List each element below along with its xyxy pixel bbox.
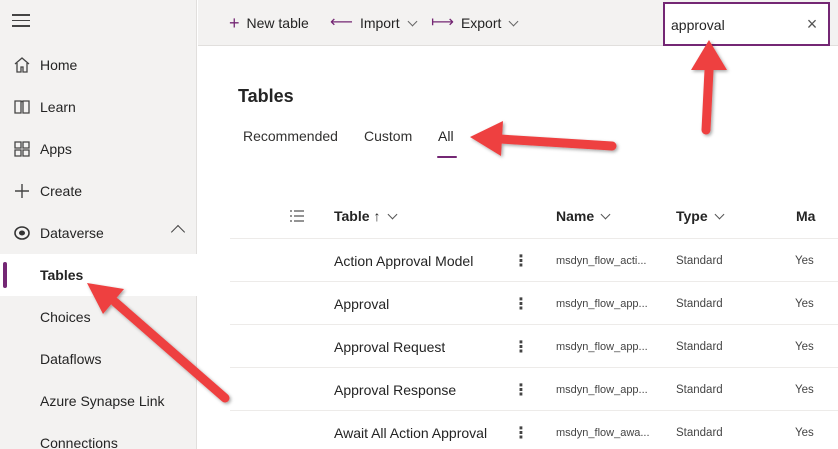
nav-item-apps[interactable]: Apps xyxy=(0,128,197,170)
nav-label: Learn xyxy=(40,99,76,115)
column-header-label: Table xyxy=(334,208,370,224)
nav-label: Azure Synapse Link xyxy=(40,393,165,409)
row-type: Standard xyxy=(676,297,723,310)
row-schema-name: msdyn_flow_acti... xyxy=(556,254,647,267)
row-type: Standard xyxy=(676,426,723,439)
column-header-managed[interactable]: Ma xyxy=(796,208,815,224)
row-display-name[interactable]: Approval Response xyxy=(334,368,456,411)
column-header-label: Ma xyxy=(796,208,816,224)
chevron-down-icon xyxy=(714,209,725,219)
hamburger-menu-icon[interactable] xyxy=(12,14,30,28)
more-options-icon[interactable]: ⋮ xyxy=(513,368,529,411)
more-options-icon[interactable]: ⋮ xyxy=(513,325,529,368)
row-schema-name: msdyn_flow_awa... xyxy=(556,426,650,439)
nav-label: Create xyxy=(40,183,83,199)
import-arrow-icon: ⟵ xyxy=(330,14,353,31)
column-header-name[interactable]: Name xyxy=(556,208,611,224)
column-options-icon[interactable] xyxy=(289,209,305,223)
chevron-down-icon xyxy=(600,209,611,219)
chevron-down-icon xyxy=(407,16,418,26)
row-managed: Yes xyxy=(795,297,814,310)
home-icon xyxy=(12,55,32,75)
more-options-icon[interactable]: ⋮ xyxy=(513,282,529,325)
new-table-label: New table xyxy=(246,15,309,31)
annotation-arrow-all-tab xyxy=(470,121,617,156)
nav-item-learn[interactable]: Learn xyxy=(0,86,197,128)
sort-ascending-icon: ↑ xyxy=(373,208,381,224)
nav-item-dataverse[interactable]: Dataverse xyxy=(0,212,197,254)
nav-subitem-dataflows[interactable]: Dataflows xyxy=(0,338,197,380)
export-arrow-icon: ⟼ xyxy=(431,14,454,31)
nav-subitem-tables[interactable]: Tables xyxy=(0,254,197,296)
row-managed: Yes xyxy=(795,340,814,353)
row-schema-name: msdyn_flow_app... xyxy=(556,297,648,310)
nav-label: Choices xyxy=(40,309,91,325)
row-type: Standard xyxy=(676,383,723,396)
chevron-down-icon xyxy=(387,209,397,219)
table-row[interactable]: Await All Action Approval ⋮ msdyn_flow_a… xyxy=(230,410,838,449)
plus-icon xyxy=(12,181,32,201)
column-header-table[interactable]: Table ↑ xyxy=(334,208,397,224)
import-button[interactable]: ⟵ Import xyxy=(330,0,418,46)
active-tab-indicator xyxy=(437,156,457,158)
nav-label: Tables xyxy=(40,267,84,283)
more-options-icon[interactable]: ⋮ xyxy=(513,411,529,449)
import-label: Import xyxy=(359,15,400,31)
row-display-name[interactable]: Action Approval Model xyxy=(334,239,473,282)
close-icon[interactable]: × xyxy=(804,15,820,33)
nav-item-home[interactable]: Home xyxy=(0,44,197,86)
row-managed: Yes xyxy=(795,383,814,396)
column-header-label: Type xyxy=(676,208,708,224)
nav-subitem-choices[interactable]: Choices xyxy=(0,296,197,338)
apps-icon xyxy=(12,139,32,159)
row-display-name[interactable]: Await All Action Approval xyxy=(334,411,487,449)
row-type: Standard xyxy=(676,254,723,267)
nav-subitem-connections[interactable]: Connections xyxy=(0,422,197,449)
more-options-icon[interactable]: ⋮ xyxy=(513,239,529,282)
new-table-button[interactable]: + New table xyxy=(229,0,309,46)
row-schema-name: msdyn_flow_app... xyxy=(556,383,648,396)
table-row[interactable]: Action Approval Model ⋮ msdyn_flow_acti.… xyxy=(230,238,838,281)
nav-label: Dataflows xyxy=(40,351,102,367)
dataverse-icon xyxy=(12,223,32,243)
table-row[interactable]: Approval Response ⋮ msdyn_flow_app... St… xyxy=(230,367,838,410)
column-header-type[interactable]: Type xyxy=(676,208,725,224)
active-indicator xyxy=(3,262,7,288)
nav-label: Connections xyxy=(40,435,118,449)
nav-label: Dataverse xyxy=(40,225,104,241)
row-type: Standard xyxy=(676,340,723,353)
plus-icon: + xyxy=(229,13,240,33)
row-managed: Yes xyxy=(795,254,814,267)
row-display-name[interactable]: Approval Request xyxy=(334,325,445,368)
tab-all[interactable]: All xyxy=(438,128,454,144)
row-schema-name: msdyn_flow_app... xyxy=(556,340,648,353)
tab-custom[interactable]: Custom xyxy=(364,128,412,144)
tab-recommended[interactable]: Recommended xyxy=(243,128,338,144)
search-box[interactable]: × xyxy=(663,2,830,46)
table-row[interactable]: Approval ⋮ msdyn_flow_app... Standard Ye… xyxy=(230,281,838,324)
nav-label: Apps xyxy=(40,141,72,157)
page-title: Tables xyxy=(238,86,294,106)
export-button[interactable]: ⟼ Export xyxy=(431,0,519,46)
left-navigation: Home Learn Apps Create Dataverse Tables … xyxy=(0,0,197,449)
search-input[interactable] xyxy=(671,14,801,36)
book-icon xyxy=(12,97,32,117)
chevron-down-icon xyxy=(508,16,519,26)
chevron-up-icon[interactable] xyxy=(170,224,186,240)
row-managed: Yes xyxy=(795,426,814,439)
row-display-name[interactable]: Approval xyxy=(334,282,389,325)
export-label: Export xyxy=(460,15,502,31)
table-row[interactable]: Approval Request ⋮ msdyn_flow_app... Sta… xyxy=(230,324,838,367)
nav-subitem-azure-synapse-link[interactable]: Azure Synapse Link xyxy=(0,380,197,422)
nav-item-create[interactable]: Create xyxy=(0,170,197,212)
column-header-label: Name xyxy=(556,208,595,224)
annotation-arrow-search xyxy=(691,40,727,135)
nav-label: Home xyxy=(40,57,78,73)
